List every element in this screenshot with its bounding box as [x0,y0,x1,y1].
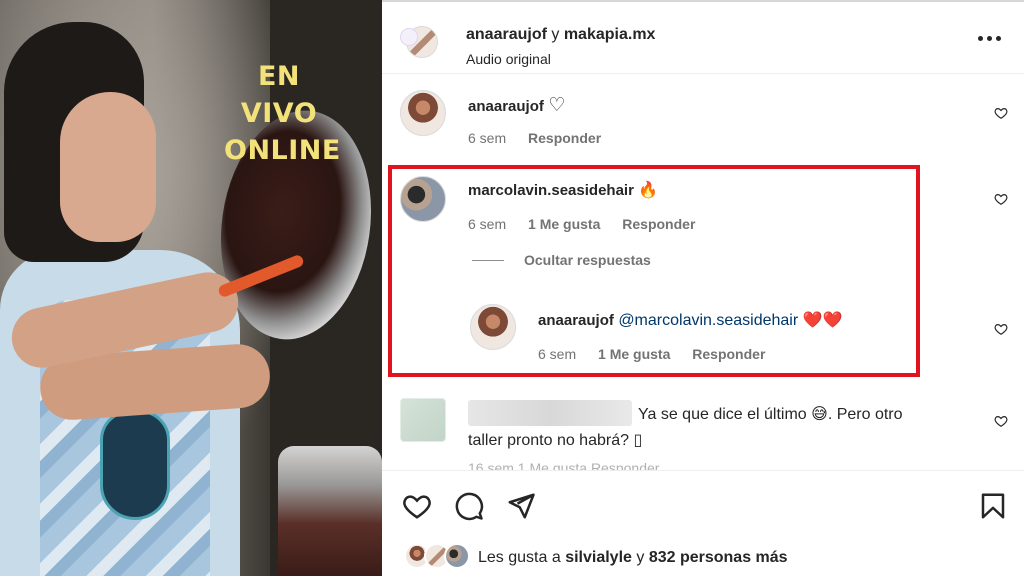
likes-joiner: y [636,549,645,566]
comment-item: anaaraujof ♡ 6 sem Responder [382,88,1024,158]
comment-text: ♡ [548,95,566,116]
comment-avatar[interactable] [400,176,446,222]
bookmark-icon[interactable] [978,491,1008,521]
comment-likes-count[interactable]: 1 Me gusta [528,216,600,232]
share-icon[interactable] [506,491,536,521]
comment-item: Ya se que dice el último 😅. Pero otro ta… [382,396,1024,470]
comment-username-blurred [468,400,632,426]
comment-time[interactable]: 6 sem [468,130,506,146]
comment-text-line2: taller pronto no habrá? ▯ [468,432,643,449]
comment-body: anaaraujof ♡ [468,94,565,117]
like-comment-heart-icon[interactable] [994,414,1008,428]
reply-button[interactable]: Responder [528,130,601,146]
media-overlay-text: EN VIVO ONLINE [224,58,341,169]
like-reply-heart-icon[interactable] [994,322,1008,336]
authors-joiner: y [551,26,560,43]
likes-summary: Les gusta a silvialyle y 832 personas má… [478,549,788,567]
post-authors: anaaraujof y makapia.mx [466,26,655,44]
overlay-line: EN VIVO [240,61,318,129]
media-person-face [60,92,156,242]
audio-label[interactable]: Audio original [466,51,551,67]
heart-icon[interactable] [402,491,432,521]
comment-meta: 6 sem Responder [468,130,619,146]
comments-list[interactable]: anaaraujof ♡ 6 sem Responder marcolavin.… [382,74,1024,470]
collab-username[interactable]: makapia.mx [564,26,656,43]
comment-username[interactable]: anaaraujof [468,98,544,115]
post-media[interactable]: EN VIVO ONLINE [0,0,382,576]
likers-avatars[interactable] [404,543,474,569]
post-header: anaaraujof y makapia.mx Audio original [382,2,1024,74]
comment-meta-partial: 16 sem 1 Me gusta Responder [468,460,660,470]
comment-text: Ya se que dice el último 😅. Pero otro [638,406,903,423]
liker-avatar [444,543,470,569]
comment-username[interactable]: marcolavin.seasidehair [468,182,634,199]
more-options-icon[interactable] [978,34,1002,44]
reply-likes-count[interactable]: 1 Me gusta [598,346,670,362]
post-side-panel: anaaraujof y makapia.mx Audio original a… [382,0,1024,576]
reply-meta: 6 sem 1 Me gusta Responder [538,346,783,362]
comment-avatar-blurred[interactable] [400,398,446,442]
author-username[interactable]: anaaraujof [466,26,547,43]
comment-time[interactable]: 6 sem [468,216,506,232]
replies-divider [472,260,504,261]
reply-button[interactable]: Responder [622,216,695,232]
media-blender-jar [278,446,382,576]
reply-button[interactable]: Responder [692,346,765,362]
hide-replies-button[interactable]: Ocultar respuestas [524,252,651,268]
reply-time[interactable]: 6 sem [538,346,576,362]
like-comment-heart-icon[interactable] [994,192,1008,206]
like-comment-heart-icon[interactable] [994,106,1008,120]
reply-body: anaaraujof @marcolavin.seasidehair ❤️❤️ [538,310,842,330]
media-hamsa-patch [100,410,170,520]
liker-username[interactable]: silvialyle [565,549,632,566]
comment-body: marcolavin.seasidehair 🔥 [468,180,658,200]
reply-username[interactable]: anaaraujof [538,312,614,329]
comment-meta: 6 sem 1 Me gusta Responder [468,216,713,232]
comment-icon[interactable] [454,491,484,521]
overlay-line: ONLINE [224,135,341,166]
reply-avatar[interactable] [470,304,516,350]
likes-count[interactable]: 832 personas más [649,549,788,566]
post-actions: Les gusta a silvialyle y 832 personas má… [382,470,1024,576]
comment-text: 🔥 [638,182,659,199]
comment-avatar[interactable] [400,90,446,136]
comment-item: marcolavin.seasidehair 🔥 6 sem 1 Me gust… [382,174,1024,374]
reply-text: ❤️❤️ [802,312,843,329]
likes-prefix: Les gusta a [478,549,561,566]
collab-avatar[interactable] [400,28,418,46]
reply-mention[interactable]: @marcolavin.seasidehair [618,312,798,329]
